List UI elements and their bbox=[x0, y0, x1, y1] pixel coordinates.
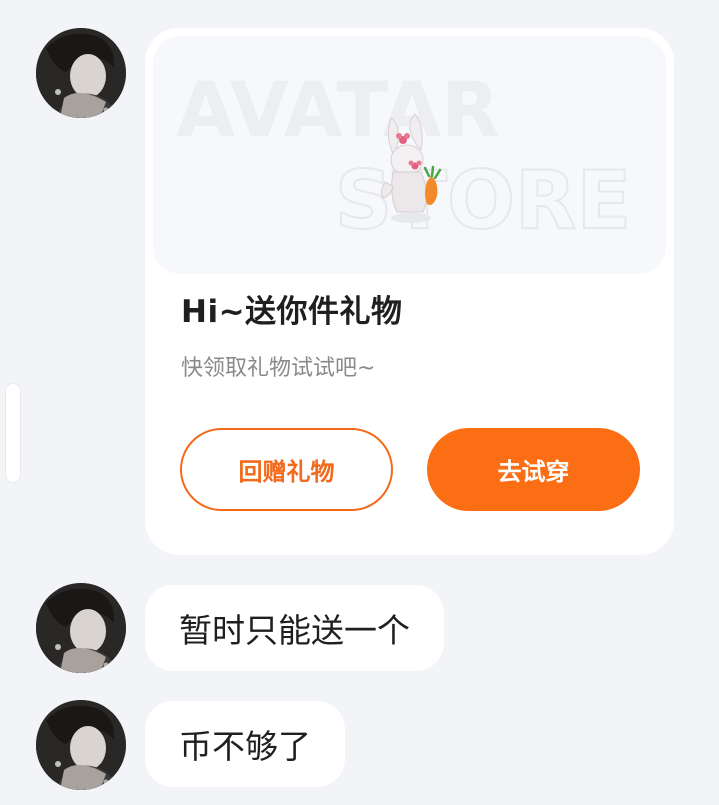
watermark-avatar-text: AVATAR bbox=[176, 65, 500, 154]
message-text: 币不够了 bbox=[179, 727, 311, 766]
message-text: 暂时只能送一个 bbox=[179, 611, 410, 650]
scroll-handle[interactable] bbox=[6, 384, 20, 482]
sender-avatar[interactable] bbox=[36, 28, 126, 118]
return-gift-button[interactable]: 回赠礼物 bbox=[180, 428, 393, 511]
sender-avatar[interactable] bbox=[36, 583, 126, 673]
sender-avatar[interactable] bbox=[36, 700, 126, 790]
gift-card-title: Hi~送你件礼物 bbox=[181, 294, 403, 330]
gift-card-subtitle: 快领取礼物试试吧~ bbox=[181, 356, 376, 381]
profile-photo-icon bbox=[36, 28, 126, 118]
gift-card: AVATAR STORE Hi~送你件礼物 快领取礼物试试吧~ 回赠礼物 去试穿 bbox=[145, 28, 674, 555]
watermark-store-text: STORE bbox=[335, 154, 631, 247]
message-bubble[interactable]: 币不够了 bbox=[145, 701, 345, 787]
message-bubble[interactable]: 暂时只能送一个 bbox=[145, 585, 444, 671]
avatar-store-banner[interactable]: AVATAR STORE bbox=[153, 36, 666, 274]
try-on-button[interactable]: 去试穿 bbox=[427, 428, 640, 511]
profile-photo-icon bbox=[36, 583, 126, 673]
profile-photo-icon bbox=[36, 700, 126, 790]
